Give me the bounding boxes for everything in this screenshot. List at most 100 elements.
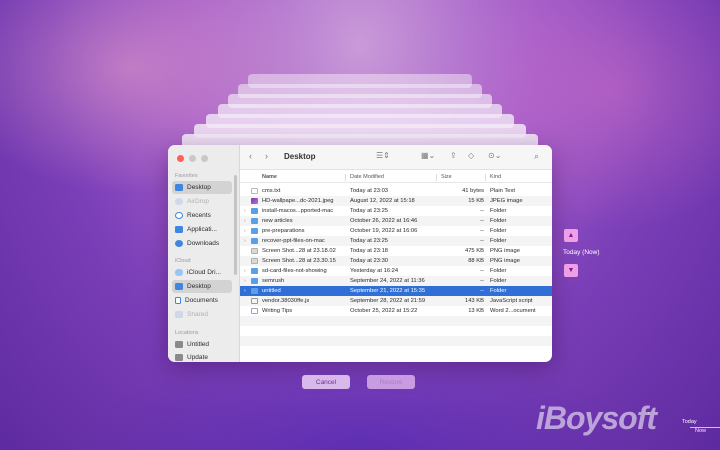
file-date-modified: September 21, 2022 at 15:35 [350, 287, 426, 294]
file-list: cms.txt Today at 23:03 41 bytes Plain Text H… [240, 186, 552, 356]
file-name: recover-ppt-files-on-mac [262, 237, 325, 244]
empty-row [240, 336, 552, 346]
disclosure-chevron-icon[interactable]: › [244, 228, 246, 234]
back-arrow-icon[interactable]: ‹ [249, 151, 252, 161]
file-size: 15 KB [468, 197, 484, 204]
more-options-icon[interactable]: ⊙⌄ [488, 151, 501, 160]
file-date-modified: Today at 23:03 [350, 187, 389, 194]
image-file-icon [251, 247, 258, 254]
word-document-icon [251, 307, 258, 314]
toolbar: ‹ › Desktop ☰⇕ ▦⌄ ⇪ ◇ ⊙⌄ ⌕ [240, 145, 552, 170]
sidebar-item-untitled[interactable]: Untitled [172, 338, 232, 351]
clock-icon [175, 212, 183, 219]
image-file-icon [251, 257, 258, 264]
sidebar-item-label: Documents [185, 297, 218, 304]
timeline-label-now[interactable]: Now [695, 428, 706, 434]
table-row[interactable]: › recover-ppt-files-on-mac Today at 23:25 -… [240, 236, 552, 246]
share-icon[interactable]: ⇪ [450, 151, 457, 160]
table-row[interactable]: Screen Shot...28 at 23.18.02 Today at 23:… [240, 246, 552, 256]
folder-icon [251, 277, 258, 284]
file-name: vendor.38030ffe.js [262, 297, 310, 304]
column-divider [436, 174, 437, 181]
table-row[interactable]: › pre-preparations October 19, 2022 at 16:… [240, 226, 552, 236]
sidebar-scrollbar[interactable] [234, 175, 237, 275]
file-date-modified: October 26, 2022 at 16:46 [350, 217, 418, 224]
column-size[interactable]: Size [441, 174, 452, 180]
sidebar-item-label: Recents [187, 212, 211, 219]
file-size: 143 KB [464, 297, 484, 304]
sidebar-item-downloads[interactable]: Downloads [172, 237, 232, 250]
table-row[interactable]: › sd-card-files-not-showing Yesterday at 1… [240, 266, 552, 276]
disclosure-chevron-icon[interactable]: › [244, 218, 246, 224]
disclosure-chevron-icon[interactable]: › [244, 288, 246, 294]
sidebar-item-recents[interactable]: Recents [172, 209, 232, 222]
search-icon[interactable]: ⌕ [534, 151, 539, 162]
file-date-modified: Today at 23:25 [350, 207, 389, 214]
folder-icon [251, 207, 258, 214]
file-size: -- [480, 207, 484, 214]
sidebar-item-documents[interactable]: Documents [172, 294, 232, 307]
file-name: install-macos...pported-mac [262, 207, 334, 214]
folder-icon [251, 267, 258, 274]
sidebar-item-icloud-drive[interactable]: iCloud Dri... [172, 266, 232, 279]
file-kind: JavaScript script [490, 297, 533, 304]
tag-icon[interactable]: ◇ [468, 151, 474, 160]
sidebar-item-label: Downloads [187, 240, 220, 247]
table-row[interactable]: › untitled September 21, 2022 at 15:35 -- Fo… [240, 286, 552, 296]
column-name[interactable]: Name [262, 174, 277, 180]
timeline-label-today[interactable]: Today [682, 419, 697, 425]
icloud-heading: iCloud [175, 258, 191, 264]
sidebar-item-label: Applicati... [187, 226, 217, 233]
sidebar-item-label: Desktop [187, 184, 211, 191]
table-row[interactable]: › install-macos...pported-mac Today at 23:… [240, 206, 552, 216]
forward-arrow-icon[interactable]: › [265, 151, 268, 161]
file-kind: Folder [490, 277, 507, 284]
cancel-button[interactable]: Cancel [302, 375, 350, 389]
file-size: -- [480, 237, 484, 244]
grid-view-icon[interactable]: ▦⌄ [421, 151, 435, 160]
sidebar-item-icloud-desktop[interactable]: Desktop [172, 280, 232, 293]
favorites-heading: Favorites [175, 173, 198, 179]
table-row[interactable]: › semrush September 24, 2022 at 11:36 -- Fol… [240, 276, 552, 286]
file-date-modified: Today at 23:18 [350, 247, 389, 254]
sidebar-item-airdrop[interactable]: AirDrop [172, 195, 232, 208]
minimize-button[interactable] [189, 155, 196, 162]
file-date-modified: October 25, 2022 at 15:22 [350, 307, 418, 314]
file-date-modified: September 24, 2022 at 11:36 [350, 277, 425, 284]
file-kind: PNG image [490, 247, 520, 254]
empty-row [240, 316, 552, 326]
file-size: -- [480, 277, 484, 284]
sidebar-item-desktop[interactable]: Desktop [172, 181, 232, 194]
file-date-modified: Yesterday at 16:24 [350, 267, 399, 274]
list-view-icon[interactable]: ☰⇕ [376, 151, 390, 160]
timemachine-up-arrow-icon[interactable]: ▲ [564, 229, 578, 242]
table-row[interactable]: Screen Shot...28 at 23.30.15 Today at 23:… [240, 256, 552, 266]
disk-icon [175, 354, 183, 361]
table-row[interactable]: cms.txt Today at 23:03 41 bytes Plain Text [240, 186, 552, 196]
table-row[interactable]: HD-wallpape...dc-2021.jpeg August 12, 202… [240, 196, 552, 206]
sidebar-item-applications[interactable]: Applicati... [172, 223, 232, 236]
sidebar-item-label: iCloud Dri... [187, 269, 221, 276]
timemachine-down-arrow-icon[interactable]: ▼ [564, 264, 578, 277]
column-kind[interactable]: Kind [490, 174, 501, 180]
file-kind: Folder [490, 267, 507, 274]
table-row[interactable]: vendor.38030ffe.js September 28, 2022 at … [240, 296, 552, 306]
sidebar-item-label: Shared [187, 311, 208, 318]
disclosure-chevron-icon[interactable]: › [244, 238, 246, 244]
table-row[interactable]: Writing Tips October 25, 2022 at 15:22 13 … [240, 306, 552, 316]
disclosure-chevron-icon[interactable]: › [244, 208, 246, 214]
column-date-modified[interactable]: Date Modified [350, 174, 384, 180]
file-name: Screen Shot...28 at 23.30.15 [262, 257, 336, 264]
disclosure-chevron-icon[interactable]: › [244, 278, 246, 284]
file-kind: Folder [490, 237, 507, 244]
disclosure-chevron-icon[interactable]: › [244, 268, 246, 274]
table-row[interactable]: › new articles October 26, 2022 at 16:46 --… [240, 216, 552, 226]
airdrop-icon [175, 198, 183, 205]
sidebar-item-shared[interactable]: Shared [172, 308, 232, 321]
close-button[interactable] [177, 155, 184, 162]
watermark-logo: iBoysoft [536, 400, 657, 436]
zoom-button[interactable] [201, 155, 208, 162]
sidebar-item-update[interactable]: Update [172, 351, 232, 362]
restore-button[interactable]: Restore [367, 375, 415, 389]
folder-icon [251, 217, 258, 224]
